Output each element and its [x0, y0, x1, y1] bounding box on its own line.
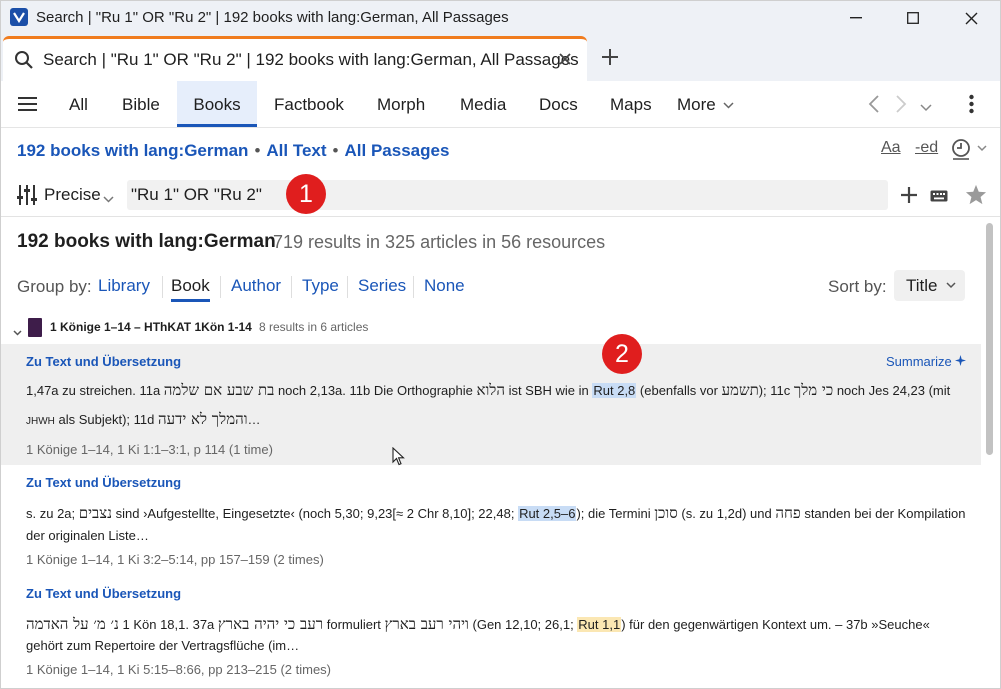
divider	[291, 276, 292, 298]
result-item[interactable]: Zu Text und Übersetzung Summarize 1,47a …	[1, 344, 981, 465]
chevron-down-icon[interactable]	[103, 190, 114, 208]
nav-morph[interactable]: Morph	[377, 81, 425, 127]
collapse-chevron-icon[interactable]	[13, 323, 22, 341]
back-icon[interactable]	[868, 95, 880, 118]
sort-dropdown[interactable]: Title	[894, 270, 965, 301]
timeline-icon[interactable]	[951, 138, 989, 165]
search-input[interactable]	[127, 180, 888, 210]
title-bar: Search | "Ru 1" OR "Ru 2" | 192 books wi…	[1, 1, 1000, 35]
search-options-icon[interactable]	[17, 184, 37, 211]
crumb-text[interactable]: All Text	[266, 141, 326, 160]
nav-more[interactable]: More	[677, 81, 734, 127]
close-tab-icon[interactable]	[558, 52, 572, 71]
vertical-scrollbar[interactable]	[986, 223, 993, 455]
sparkle-icon	[955, 355, 967, 366]
result-snippet-line: JHWH als Subjekt); 11d והמלך לא ידעה…	[26, 410, 261, 428]
result-snippet-line: s. zu 2a; נצבים sind ›Aufgestellte, Eing…	[26, 504, 966, 522]
keyboard-icon[interactable]	[930, 189, 948, 207]
nav-all[interactable]: All	[69, 81, 88, 127]
result-snippet-line: der originalen Liste…	[26, 528, 149, 543]
minimize-button[interactable]	[827, 1, 885, 35]
logos-app-icon	[10, 8, 28, 26]
app-window: Search | "Ru 1" OR "Ru 2" | 192 books wi…	[0, 0, 1001, 689]
nav-docs[interactable]: Docs	[539, 81, 578, 127]
crumb-separator: •	[332, 141, 339, 160]
close-window-button[interactable]	[942, 1, 1000, 35]
nav-more-label: More	[677, 95, 716, 114]
favorite-star-icon[interactable]	[965, 184, 987, 210]
history-dropdown-icon[interactable]	[920, 99, 932, 117]
search-mode-dropdown[interactable]: Precise	[44, 185, 101, 205]
more-options-icon[interactable]	[969, 94, 974, 119]
book-title[interactable]: 1 Könige 1–14 – HThKAT 1Kön 1-14	[50, 320, 252, 334]
divider	[347, 276, 348, 298]
search-hit: Rut 2,5–6	[518, 506, 577, 521]
text-format-button[interactable]: Aa	[881, 139, 901, 157]
search-hit: Rut 1,1	[577, 617, 622, 632]
maximize-button[interactable]	[884, 1, 942, 35]
divider	[162, 276, 163, 298]
groupby-series[interactable]: Series	[358, 276, 406, 296]
result-reference: 1 Könige 1–14, 1 Ki 5:15–8:66, pp 213–21…	[26, 662, 331, 677]
search-bar-row: Precise 1	[1, 173, 1000, 217]
hamburger-menu-icon[interactable]	[18, 96, 37, 117]
result-reference: 1 Könige 1–14, 1 Ki 3:2–5:14, pp 157–159…	[26, 552, 324, 567]
results-summary: 719 results in 325 articles in 56 resour…	[273, 232, 606, 252]
callout-badge-1: 1	[286, 174, 326, 214]
result-item[interactable]: Zu Text und Übersetzung נ׳ מ׳ על האדמה 1…	[1, 575, 981, 685]
groupby-type[interactable]: Type	[302, 276, 339, 296]
nav-bible[interactable]: Bible	[122, 81, 160, 127]
callout-badge-2: 2	[602, 334, 642, 374]
result-snippet-line: gehört zum Repertoire der Vertragsflüche…	[26, 638, 300, 653]
result-heading[interactable]: Zu Text und Übersetzung	[26, 354, 181, 369]
tab-label: Search | "Ru 1" OR "Ru 2" | 192 books wi…	[43, 50, 579, 69]
book-group-header[interactable]: 1 Könige 1–14 – HThKAT 1Kön 1-14 8 resul…	[1, 315, 981, 339]
mouse-cursor-icon	[392, 446, 405, 471]
crumb-passages[interactable]: All Passages	[345, 141, 450, 160]
sort-value: Title	[906, 276, 938, 295]
tab-search[interactable]: Search | "Ru 1" OR "Ru 2" | 192 books wi…	[3, 36, 587, 81]
add-search-term-icon[interactable]	[900, 186, 918, 209]
chevron-down-icon	[723, 102, 734, 109]
search-icon	[14, 50, 34, 75]
library-nav-bar: All Bible Books Factbook Morph Media Doc…	[1, 81, 1000, 128]
result-reference: 1 Könige 1–14, 1 Ki 1:1–3:1, p 114 (1 ti…	[26, 442, 273, 457]
result-snippet-line: נ׳ מ׳ על האדמה 1 Kön 18,1. 37a רעב כי יה…	[26, 615, 930, 633]
tab-strip: Search | "Ru 1" OR "Ru 2" | 192 books wi…	[1, 35, 1000, 81]
sortby-label: Sort by:	[828, 277, 887, 296]
nav-books[interactable]: Books	[177, 81, 257, 127]
book-cover-thumbnail	[28, 318, 42, 337]
nav-factbook[interactable]: Factbook	[274, 81, 344, 127]
result-heading[interactable]: Zu Text und Übersetzung	[26, 475, 181, 490]
nav-media[interactable]: Media	[460, 81, 506, 127]
book-result-count: 8 results in 6 articles	[259, 320, 369, 334]
chevron-down-icon	[946, 282, 956, 289]
result-snippet-line: 1,47a zu streichen. 11a בת שבע אם שלמה n…	[26, 381, 951, 399]
add-tab-icon[interactable]	[600, 47, 620, 72]
groupby-book[interactable]: Book	[171, 276, 210, 302]
groupby-none[interactable]: None	[424, 276, 465, 296]
summarize-label: Summarize	[886, 354, 952, 369]
search-hit: Rut 2,8	[592, 383, 637, 398]
nav-maps[interactable]: Maps	[610, 81, 652, 127]
forward-icon[interactable]	[895, 95, 907, 118]
crumb-separator: •	[254, 141, 261, 160]
result-item[interactable]: Zu Text und Übersetzung s. zu 2a; נצבים …	[1, 465, 981, 575]
inflections-button[interactable]: -ed	[915, 139, 938, 157]
window-title: Search | "Ru 1" OR "Ru 2" | 192 books wi…	[36, 9, 509, 26]
result-heading[interactable]: Zu Text und Übersetzung	[26, 586, 181, 601]
groupby-label: Group by:	[17, 277, 92, 296]
results-title: 192 books with lang:German	[17, 231, 276, 252]
divider	[413, 276, 414, 298]
crumb-collection[interactable]: 192 books with lang:German	[17, 141, 248, 160]
groupby-author[interactable]: Author	[231, 276, 281, 296]
summarize-button[interactable]: Summarize	[886, 354, 967, 369]
breadcrumb: 192 books with lang:German • All Text • All …	[17, 141, 449, 161]
groupby-library[interactable]: Library	[98, 276, 150, 296]
divider	[220, 276, 221, 298]
